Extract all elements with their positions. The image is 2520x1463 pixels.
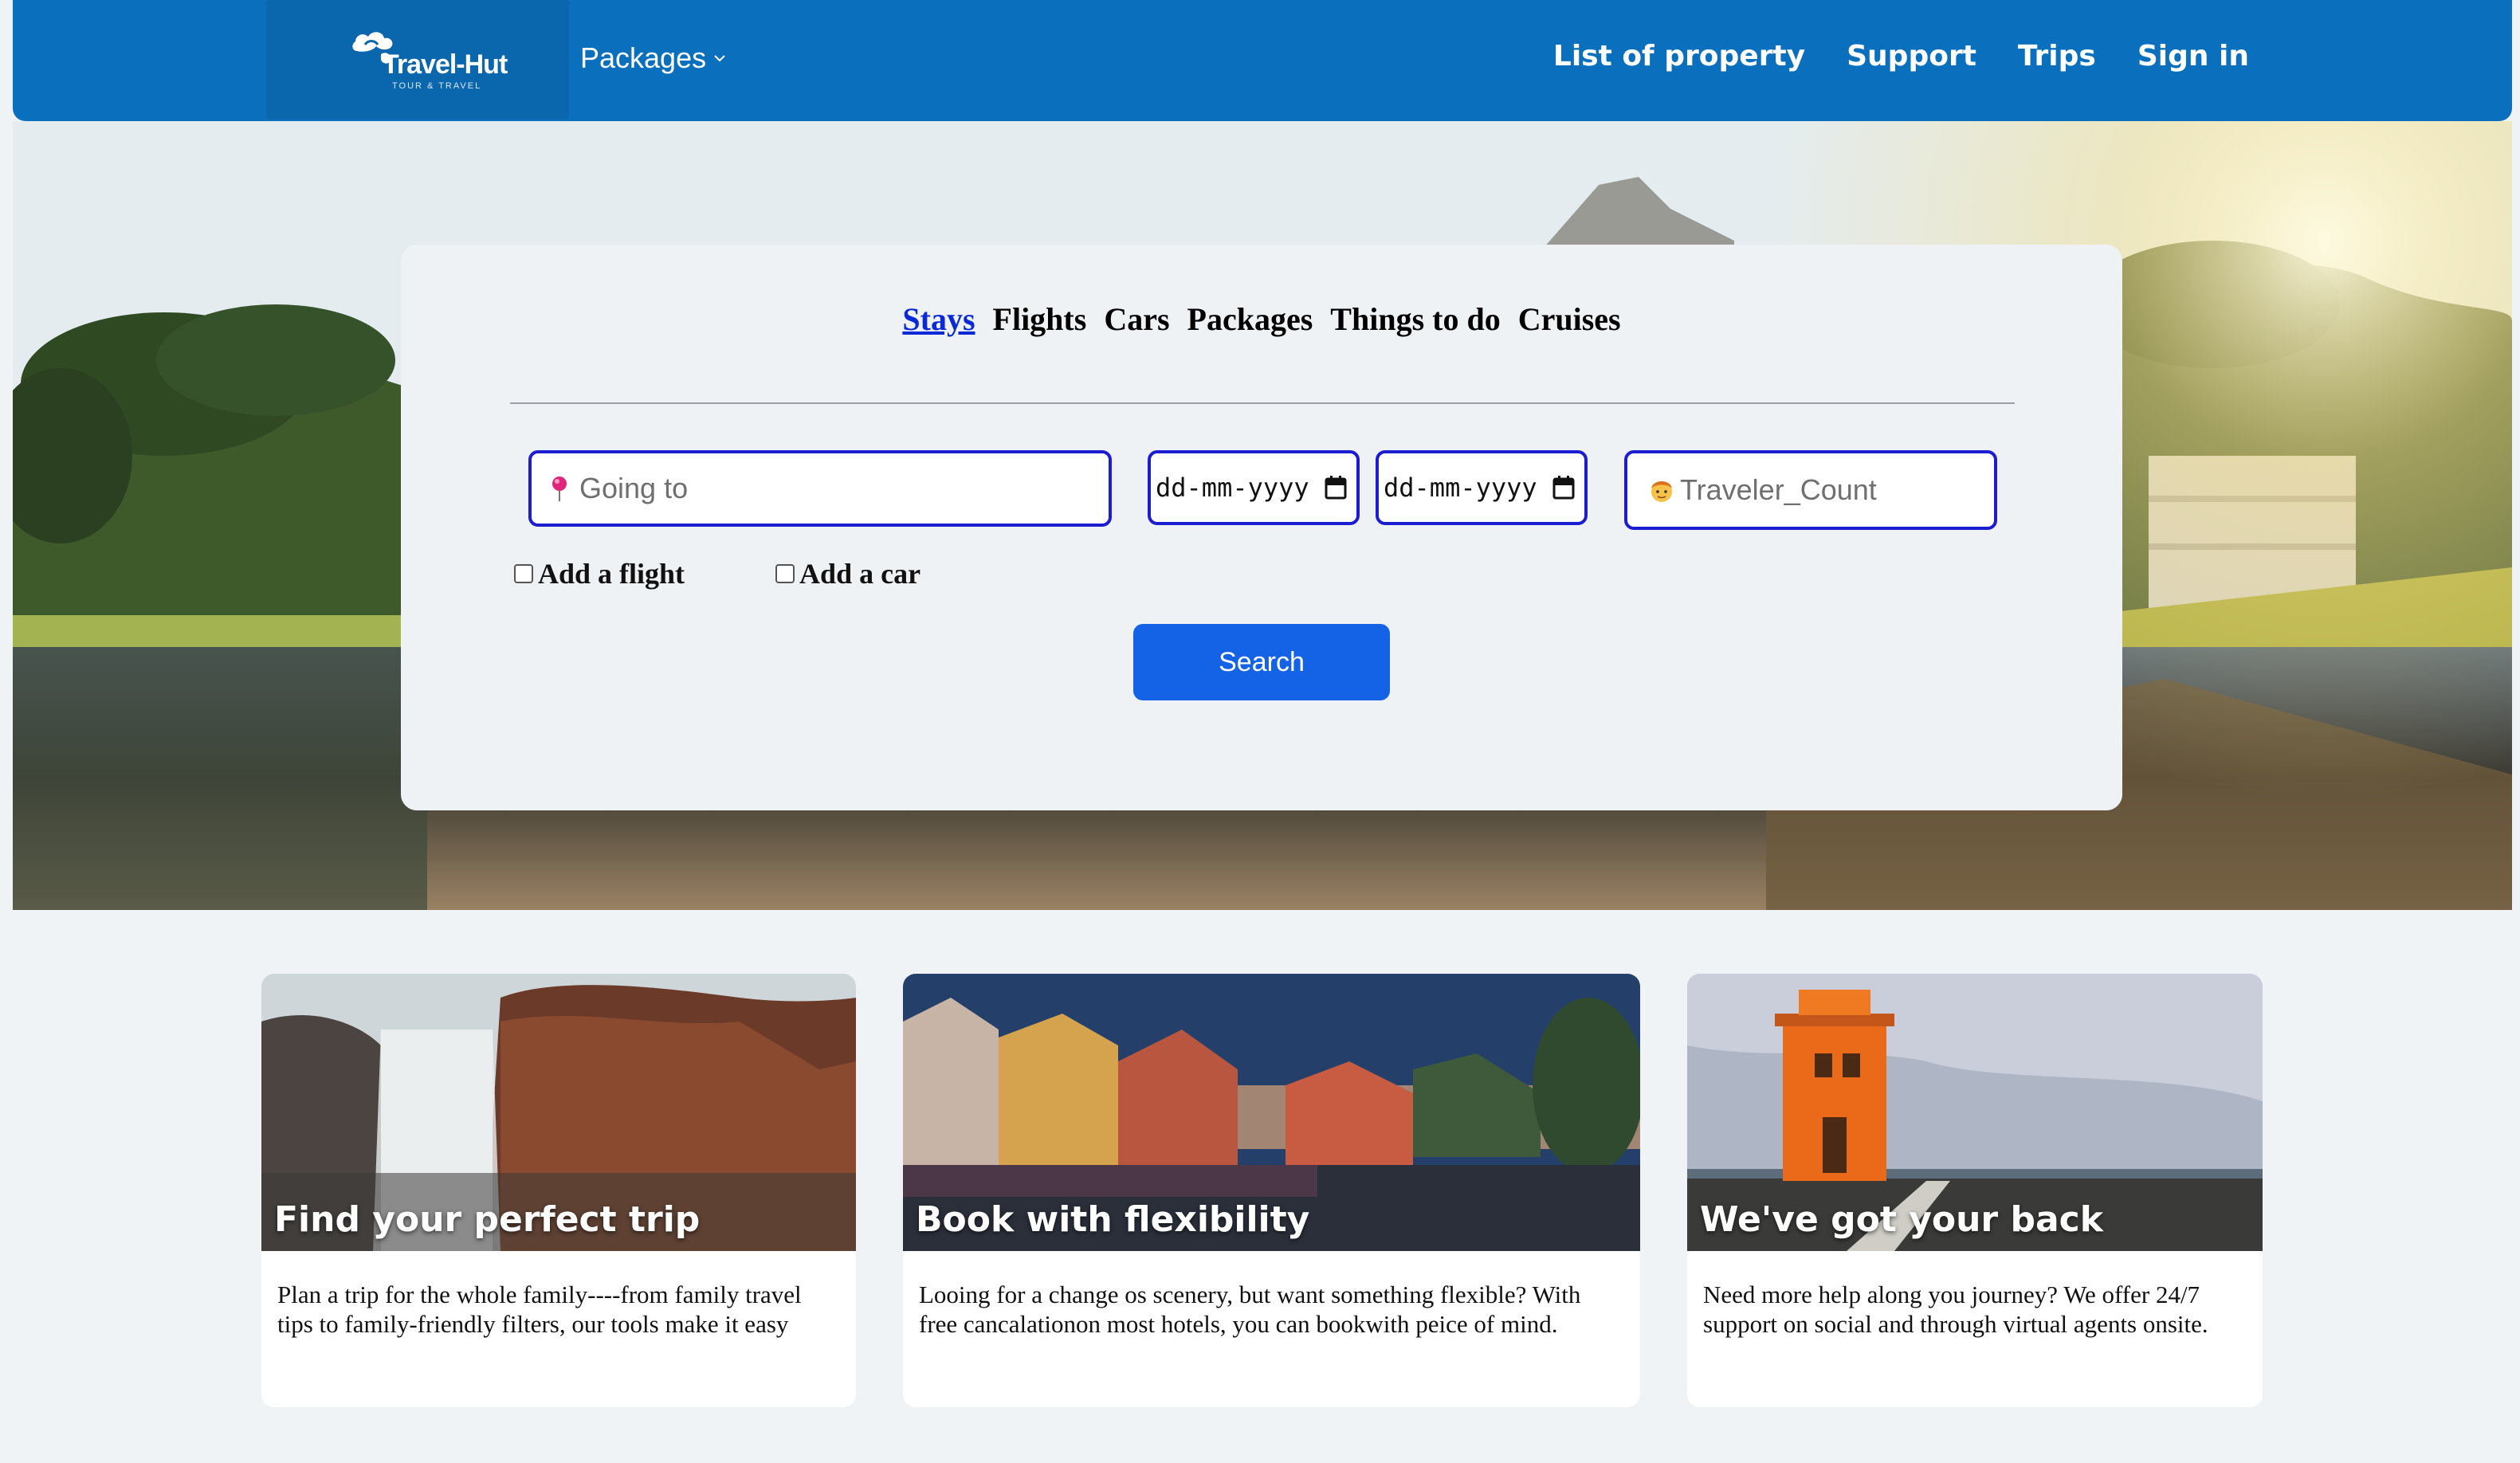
card-title: Book with flexibility: [916, 1199, 1310, 1240]
tab-packages[interactable]: Packages: [1187, 300, 1313, 338]
card-title: Find your perfect trip: [274, 1199, 701, 1240]
divider: [510, 402, 2015, 404]
nav-support[interactable]: Support: [1847, 40, 1976, 73]
card-text: Plan a trip for the whole family----from…: [277, 1281, 802, 1338]
add-car-checkbox[interactable]: Add a car: [775, 557, 920, 590]
logo-subtext: TOUR & TRAVEL: [392, 81, 482, 91]
tab-cars[interactable]: Cars: [1104, 300, 1169, 338]
date-placeholder-2: dd-mm-yyyy: [1384, 473, 1537, 503]
card-text: Need more help along you journey? We off…: [1703, 1281, 2208, 1338]
check-out-date-input[interactable]: dd-mm-yyyy: [1376, 450, 1588, 525]
checkbox-box[interactable]: [514, 564, 533, 583]
logo[interactable]: Travel-Hut TOUR & TRAVEL: [266, 0, 569, 120]
nav-links: List of property Support Trips Sign in: [1553, 40, 2249, 73]
tab-things-to-do[interactable]: Things to do: [1330, 300, 1500, 338]
tab-cruises[interactable]: Cruises: [1518, 300, 1621, 338]
card-image-lighthouse: We've got your back: [1687, 974, 2263, 1251]
person-icon: [1651, 481, 1672, 502]
nav-list-of-property[interactable]: List of property: [1553, 40, 1805, 73]
packages-label: Packages: [580, 41, 707, 74]
feature-card[interactable]: Find your perfect trip Plan a trip for t…: [261, 974, 856, 1407]
search-panel: Stays Flights Cars Packages Things to do…: [401, 245, 2122, 810]
feature-card[interactable]: Book with flexibility Looing for a chang…: [903, 974, 1640, 1407]
going-to-input[interactable]: Going to: [528, 450, 1112, 527]
card-image-waterfall: Find your perfect trip: [261, 974, 856, 1251]
logo-text: Travel-Hut: [383, 49, 508, 80]
nav-sign-in[interactable]: Sign in: [2137, 40, 2249, 73]
card-text: Looing for a change os scenery, but want…: [919, 1281, 1581, 1338]
chevron-down-icon: [714, 55, 725, 62]
traveler-count-input[interactable]: Traveler_Count: [1624, 450, 1997, 530]
tab-flights[interactable]: Flights: [993, 300, 1087, 338]
card-image-village: Book with flexibility: [903, 974, 1640, 1251]
tab-stays[interactable]: Stays: [902, 300, 975, 338]
card-title: We've got your back: [1700, 1199, 2103, 1240]
check-in-date-input[interactable]: dd-mm-yyyy: [1148, 450, 1360, 525]
checkbox-box[interactable]: [775, 564, 795, 583]
add-flight-checkbox[interactable]: Add a flight: [514, 557, 685, 590]
calendar-icon[interactable]: [1552, 476, 1575, 500]
top-navbar: Travel-Hut TOUR & TRAVEL Packages List o…: [13, 0, 2512, 121]
search-button[interactable]: Search: [1133, 624, 1390, 700]
add-ons: Add a flight Add a car: [514, 557, 920, 590]
feature-card[interactable]: We've got your back Need more help along…: [1687, 974, 2263, 1407]
nav-trips[interactable]: Trips: [2018, 40, 2096, 73]
calendar-icon[interactable]: [1325, 476, 1347, 500]
traveler-placeholder: Traveler_Count: [1680, 473, 1877, 506]
going-to-placeholder: Going to: [579, 472, 689, 504]
add-flight-label: Add a flight: [538, 558, 685, 590]
add-car-label: Add a car: [799, 558, 921, 590]
map-pin-icon: [552, 477, 567, 501]
packages-dropdown[interactable]: Packages: [580, 41, 727, 75]
date-placeholder-1: dd-mm-yyyy: [1156, 473, 1309, 503]
search-tabs: Stays Flights Cars Packages Things to do…: [401, 300, 2122, 338]
